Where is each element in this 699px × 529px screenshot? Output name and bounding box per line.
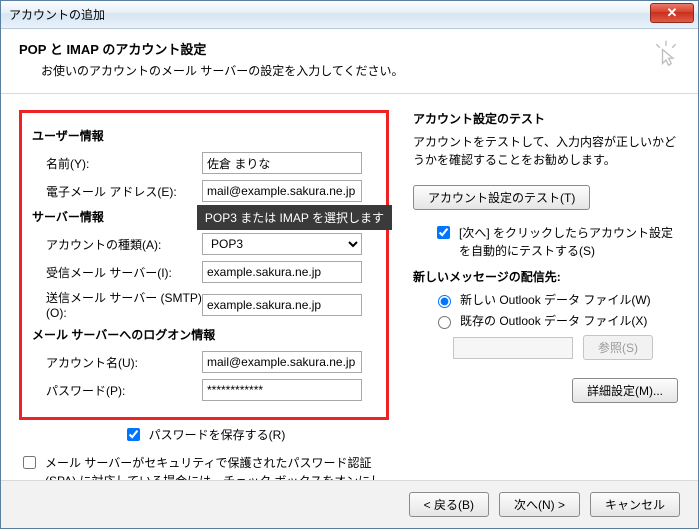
cursor-icon [652,39,680,67]
outgoing-label: 送信メール サーバー (SMTP)(O): [32,289,202,320]
new-datafile-label: 新しい Outlook データ ファイル(W) [460,291,651,308]
content-area: POP3 または IMAP を選択します ユーザー情報 名前(Y): 電子メール… [1,94,698,514]
account-type-label: アカウントの種類(A): [32,236,202,253]
spa-checkbox[interactable] [23,456,36,469]
titlebar: アカウントの追加 ✕ [1,1,698,29]
incoming-input[interactable] [202,261,362,283]
browse-button: 参照(S) [583,335,653,360]
username-label: アカウント名(U): [32,354,202,371]
user-info-head: ユーザー情報 [32,127,376,144]
auto-test-label: [次へ] をクリックしたらアカウント設定を自動的にテストする(S) [459,224,680,260]
deliver-head: 新しいメッセージの配信先: [413,268,680,285]
test-head: アカウント設定のテスト [413,110,680,127]
advanced-row: 詳細設定(M)... [413,378,680,403]
highlighted-form: POP3 または IMAP を選択します ユーザー情報 名前(Y): 電子メール… [19,110,389,420]
footer: < 戻る(B) 次へ(N) > キャンセル [1,480,698,528]
close-icon: ✕ [667,5,678,20]
close-button[interactable]: ✕ [650,3,694,23]
account-type-tooltip: POP3 または IMAP を選択します [197,205,392,230]
outgoing-input[interactable] [202,294,362,316]
auto-test-row: [次へ] をクリックしたらアカウント設定を自動的にテストする(S) [413,224,680,260]
incoming-row: 受信メール サーバー(I): [32,261,376,283]
header-title: POP と IMAP のアカウント設定 [19,39,404,58]
header-text: POP と IMAP のアカウント設定 お使いのアカウントのメール サーバーの設… [19,39,404,79]
incoming-label: 受信メール サーバー(I): [32,264,202,281]
back-button[interactable]: < 戻る(B) [409,492,489,517]
browse-row: 参照(S) [413,335,680,360]
new-datafile-radio[interactable] [438,295,451,308]
email-input[interactable] [202,180,362,202]
remember-password-label: パスワードを保存する(R) [149,426,286,443]
username-row: アカウント名(U): [32,351,376,373]
name-label: 名前(Y): [32,155,202,172]
name-input[interactable] [202,152,362,174]
outgoing-row: 送信メール サーバー (SMTP)(O): [32,289,376,320]
next-button[interactable]: 次へ(N) > [499,492,580,517]
name-row: 名前(Y): [32,152,376,174]
header-subtitle: お使いのアカウントのメール サーバーの設定を入力してください。 [19,62,404,79]
logon-info-head: メール サーバーへのログオン情報 [32,326,376,343]
existing-datafile-radio[interactable] [438,316,451,329]
advanced-button[interactable]: 詳細設定(M)... [572,378,678,403]
dialog-window: アカウントの追加 ✕ POP と IMAP のアカウント設定 お使いのアカウント… [0,0,699,529]
new-datafile-row: 新しい Outlook データ ファイル(W) [413,291,680,308]
existing-datafile-row: 既存の Outlook データ ファイル(X) [413,312,680,329]
password-label: パスワード(P): [32,382,202,399]
remember-password-row: パスワードを保存する(R) [19,426,389,444]
email-label: 電子メール アドレス(E): [32,183,202,200]
password-row: パスワード(P): [32,379,376,401]
left-column: POP3 または IMAP を選択します ユーザー情報 名前(Y): 電子メール… [19,110,389,514]
cancel-button[interactable]: キャンセル [590,492,680,517]
existing-datafile-label: 既存の Outlook データ ファイル(X) [460,312,647,329]
account-type-row: アカウントの種類(A): POP3 [32,233,376,255]
test-account-button[interactable]: アカウント設定のテスト(T) [413,185,590,210]
window-title: アカウントの追加 [9,6,105,23]
username-input[interactable] [202,351,362,373]
header: POP と IMAP のアカウント設定 お使いのアカウントのメール サーバーの設… [1,29,698,94]
test-desc: アカウントをテストして、入力内容が正しいかどうかを確認することをお勧めします。 [413,133,680,169]
auto-test-checkbox[interactable] [437,226,450,239]
remember-password-checkbox[interactable] [127,428,140,441]
email-row: 電子メール アドレス(E): [32,180,376,202]
right-column: アカウント設定のテスト アカウントをテストして、入力内容が正しいかどうかを確認す… [413,110,680,514]
password-input[interactable] [202,379,362,401]
account-type-select[interactable]: POP3 [202,233,362,255]
existing-path-input [453,337,573,359]
